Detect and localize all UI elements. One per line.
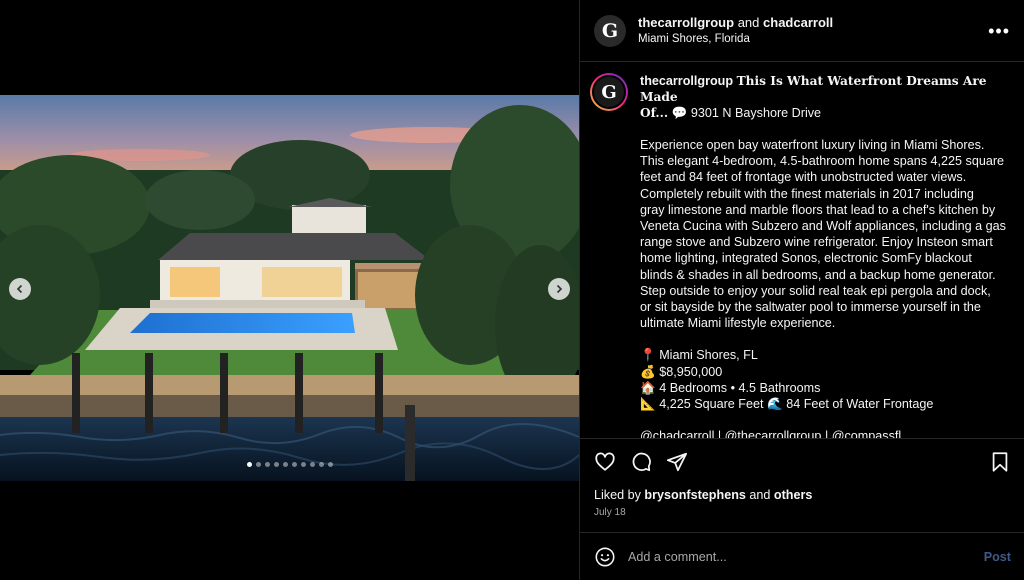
previous-slide-button[interactable] [9,278,31,300]
fact-text: 4,225 Square Feet 🌊 84 Feet of Water Fro… [659,397,934,412]
slide-dot [291,462,297,467]
fact-emoji-icon: 📐 [640,397,660,412]
caption-line: Step outside to enjoy your solid real te… [640,283,991,298]
fact-emoji-icon: 💰 [640,364,660,379]
fact-emoji-icon: 🏠 [640,380,660,395]
bookmark-icon [992,451,1008,472]
slide-dot [273,462,279,467]
liked-by-user-link[interactable]: brysonfstephens [644,488,745,502]
slide-dot [309,462,315,467]
post-photo[interactable] [0,95,579,481]
slide-dot [300,462,306,467]
post-date[interactable]: July 18 [594,507,626,518]
caption-line: blinds & shades in all bedrooms, and a b… [640,267,996,282]
post-details-panel: G thecarrollgroup and chadcarroll Miami … [579,0,1024,580]
smiley-icon [595,547,615,566]
avatar-letter: G [601,19,619,42]
location-link[interactable]: Miami Shores, Florida [638,31,833,48]
post-comment-button[interactable]: Post [984,550,1011,564]
next-slide-button[interactable] [548,278,570,300]
comment-button[interactable] [630,451,652,473]
caption-facts: 📍 Miami Shores, FL 💰 $8,950,000 🏠 4 Bedroo… [640,347,1009,412]
speech-bubble-icon: 💬 [671,106,688,120]
emoji-button[interactable] [594,546,616,568]
comment-input[interactable] [628,549,984,564]
caption-line: Completely rebuilt with the finest mater… [640,186,974,201]
slide-dot [318,462,324,467]
comment-icon [632,452,651,471]
chevron-right-icon [556,284,563,294]
caption-headline-2: Of... [640,106,669,120]
collaborator-link[interactable]: chadcarroll [763,15,833,30]
heart-icon [595,452,615,471]
fact-line: 📐 4,225 Square Feet 🌊 84 Feet of Water F… [640,396,1009,412]
fact-text: Miami Shores, FL [659,348,758,363]
likes-and: and [749,488,771,502]
caption-avatar[interactable]: G [590,73,628,111]
caption-line: range stove and Subzero wine refrigerato… [640,235,993,250]
caption-line: Experience open bay waterfront luxury li… [640,138,985,152]
comment-bar: Post [580,532,1024,580]
caption-avatar-letter: G [601,81,617,103]
likes-prefix: Liked by [594,488,641,502]
caption-header: G thecarrollgroup This Is What Waterfron… [590,73,1009,121]
username-link[interactable]: thecarrollgroup [638,15,734,30]
action-bar [580,438,1024,484]
caption-description: Experience open bay waterfront luxury li… [640,137,1009,331]
slide-dot [282,462,288,467]
media-viewer [0,0,579,580]
chevron-left-icon [16,284,23,294]
caption-title: thecarrollgroup This Is What Waterfront … [640,73,1009,121]
paper-plane-icon [666,452,688,471]
fact-text: 4 Bedrooms • 4.5 Bathrooms [659,380,821,395]
share-button[interactable] [666,451,688,473]
caption-line: This elegant 4-bedroom, 4.5-bathroom hom… [640,154,1005,169]
more-options-button[interactable]: ••• [988,22,1010,40]
slide-dot [246,462,252,467]
fact-text: $8,950,000 [659,364,723,379]
caption-line: or sit bayside by the saltwater pool to … [640,300,981,315]
like-button[interactable] [594,451,616,473]
slide-dot [327,462,333,467]
caption-area: G thecarrollgroup This Is What Waterfron… [580,63,1024,438]
caption-mentions[interactable]: @chadcarroll | @thecarrollgroup | @compa… [640,428,1009,438]
post-header: G thecarrollgroup and chadcarroll Miami … [580,0,1024,62]
and-text: and [737,14,760,30]
header-text: thecarrollgroup and chadcarroll Miami Sh… [638,14,833,48]
fact-line: 📍 Miami Shores, FL [640,347,1009,363]
caption-address: 9301 N Bayshore Drive [690,106,822,120]
caption-line: gray limestone and marble floors that le… [640,202,996,217]
fact-line: 💰 $8,950,000 [640,364,1009,380]
likes-summary: Liked by brysonfstephens and others [594,488,812,502]
caption-line: ultimate Miami lifestyle experience. [640,316,836,331]
caption-body: Experience open bay waterfront luxury li… [640,137,1009,438]
save-button[interactable] [989,451,1011,473]
caption-line: feet and 84 feet of frontage with unobst… [640,170,967,185]
caption-username[interactable]: thecarrollgroup [640,74,733,88]
slide-indicator [0,462,579,467]
waterfront-house-photo [0,95,579,481]
likes-others-link[interactable]: others [774,488,813,502]
avatar[interactable]: G [594,14,626,47]
caption-line: home lighting, integrated Sonos, electro… [640,251,972,266]
caption-line: Veneta Cucina with Subzero and Wolf appl… [640,219,1006,234]
slide-dot [264,462,270,467]
fact-line: 🏠 4 Bedrooms • 4.5 Bathrooms [640,380,1009,396]
fact-emoji-icon: 📍 [640,348,660,363]
slide-dot [255,462,261,467]
